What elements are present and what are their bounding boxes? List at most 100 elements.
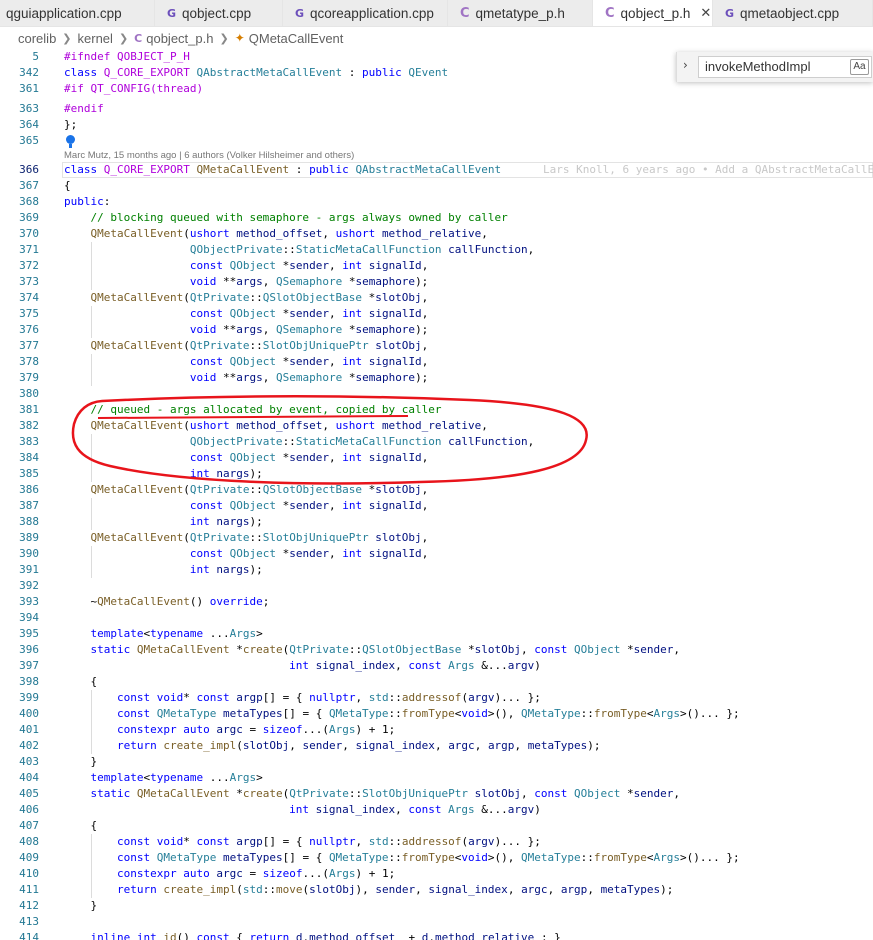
code-line[interactable]: 361 #if QT_CONFIG(thread) xyxy=(0,81,873,97)
line-number: 406 xyxy=(19,803,39,816)
code-line[interactable]: 384 const QObject *sender, int signalId, xyxy=(0,450,873,466)
tab-qobject-cpp[interactable]: Gqobject.cpp xyxy=(155,0,283,26)
code-line[interactable]: 414 inline int id() const { return d.met… xyxy=(0,930,873,940)
code-line[interactable]: 375 const QObject *sender, int signalId, xyxy=(0,306,873,322)
breadcrumb-item-symbol[interactable]: QMetaCallEvent xyxy=(249,31,344,46)
code-line[interactable]: 412 } xyxy=(0,898,873,914)
code-text: } xyxy=(64,755,98,768)
code-line[interactable]: 371 QObjectPrivate::StaticMetaCallFuncti… xyxy=(0,242,873,258)
code-text: static QMetaCallEvent *create(QtPrivate:… xyxy=(90,643,681,656)
code-text: inline int id() const { return d.method_… xyxy=(90,931,561,940)
code-text: const QObject *sender, int signalId, xyxy=(189,499,429,512)
line-number: 361 xyxy=(19,82,39,95)
breadcrumb-item-corelib[interactable]: corelib xyxy=(18,31,56,46)
code-line[interactable]: 401 constexpr auto argc = sizeof...(Args… xyxy=(0,722,873,738)
code-line[interactable]: 366 class Q_CORE_EXPORT QMetaCallEvent : … xyxy=(0,162,873,178)
line-number: 391 xyxy=(19,563,39,576)
code-line[interactable]: 364}; xyxy=(0,117,873,133)
code-line[interactable]: 395 template<typename ...Args> xyxy=(0,626,873,642)
code-line[interactable]: 390 const QObject *sender, int signalId, xyxy=(0,546,873,562)
tab-qobject-p-h[interactable]: Cqobject_p.h ✕ xyxy=(593,0,713,26)
code-line[interactable]: 379 void **args, QSemaphore *semaphore); xyxy=(0,370,873,386)
code-line[interactable]: 403 } xyxy=(0,754,873,770)
line-number: 385 xyxy=(19,467,39,480)
code-line[interactable]: 385 int nargs); xyxy=(0,466,873,482)
code-line[interactable]: 407 { xyxy=(0,818,873,834)
code-line[interactable]: 369 // blocking queued with semaphore - … xyxy=(0,210,873,226)
code-line[interactable]: 380 xyxy=(0,386,873,402)
line-number: 363 xyxy=(19,102,39,115)
code-editor[interactable]: 5 #ifndef QOBJECT_P_H 342 class Q_CORE_EXPO… xyxy=(0,49,873,940)
line-number: 392 xyxy=(19,579,39,592)
close-icon[interactable]: ✕ xyxy=(700,6,711,21)
code-line[interactable]: 396 static QMetaCallEvent *create(QtPriv… xyxy=(0,642,873,658)
code-line[interactable]: 377 QMetaCallEvent(QtPrivate::SlotObjUni… xyxy=(0,338,873,354)
code-line[interactable]: 404 template<typename ...Args> xyxy=(0,770,873,786)
code-text: int signal_index, const Args &...argv) xyxy=(289,803,541,816)
code-line[interactable]: 405 static QMetaCallEvent *create(QtPriv… xyxy=(0,786,873,802)
code-line[interactable]: 386 QMetaCallEvent(QtPrivate::QSlotObjec… xyxy=(0,482,873,498)
code-line[interactable]: 373 void **args, QSemaphore *semaphore); xyxy=(0,274,873,290)
code-line[interactable]: 388 int nargs); xyxy=(0,514,873,530)
code-text: class Q_CORE_EXPORT QMetaCallEvent : pub… xyxy=(64,163,502,176)
code-line[interactable]: 411 return create_impl(std::move(slotObj… xyxy=(0,882,873,898)
code-line[interactable]: 372 const QObject *sender, int signalId, xyxy=(0,258,873,274)
tab-qmetaobject-cpp[interactable]: Gqmetaobject.cpp xyxy=(713,0,873,26)
code-line[interactable]: 368 public: xyxy=(0,194,873,210)
line-number: 414 xyxy=(19,931,39,940)
breadcrumb-item-file[interactable]: qobject_p.h xyxy=(146,31,213,46)
code-line[interactable]: 363 #endif xyxy=(0,101,873,117)
code-text: constexpr auto argc = sizeof...(Args) + … xyxy=(116,867,396,880)
code-line[interactable]: 383 QObjectPrivate::StaticMetaCallFuncti… xyxy=(0,434,873,450)
breadcrumb-item-kernel[interactable]: kernel xyxy=(78,31,113,46)
code-text: #endif xyxy=(64,102,104,115)
code-line[interactable]: 397 int signal_index, const Args &...arg… xyxy=(0,658,873,674)
code-line[interactable]: 389 QMetaCallEvent(QtPrivate::SlotObjUni… xyxy=(0,530,873,546)
code-line[interactable]: 370 QMetaCallEvent(ushort method_offset,… xyxy=(0,226,873,242)
find-input-value: invokeMethodImpl xyxy=(705,59,811,74)
code-line[interactable]: 406 int signal_index, const Args &...arg… xyxy=(0,802,873,818)
code-line[interactable]: 376 void **args, QSemaphore *semaphore); xyxy=(0,322,873,338)
code-line[interactable]: 374 QMetaCallEvent(QtPrivate::QSlotObjec… xyxy=(0,290,873,306)
code-line[interactable]: 413 xyxy=(0,914,873,930)
code-line[interactable]: 391 int nargs); xyxy=(0,562,873,578)
code-line[interactable]: 399 const void* const argp[] = { nullptr… xyxy=(0,690,873,706)
git-blame-codelens[interactable]: Marc Mutz, 15 months ago | 6 authors (Vo… xyxy=(64,150,354,162)
line-number: 381 xyxy=(19,403,39,416)
tab-label: qobject_p.h xyxy=(620,6,691,21)
tab-qguiapplication-cpp[interactable]: Gqguiapplication.cpp xyxy=(0,0,155,26)
code-line[interactable]: 378 const QObject *sender, int signalId, xyxy=(0,354,873,370)
line-number: 364 xyxy=(19,118,39,131)
code-line[interactable]: 408 const void* const argp[] = { nullptr… xyxy=(0,834,873,850)
code-text: #ifndef QOBJECT_P_H xyxy=(64,50,190,63)
line-number: 365 xyxy=(19,134,39,147)
code-text: template<typename ...Args> xyxy=(90,771,263,784)
code-line[interactable]: 402 return create_impl(slotObj, sender, … xyxy=(0,738,873,754)
code-line[interactable]: 409 const QMetaType metaTypes[] = { QMet… xyxy=(0,850,873,866)
code-line[interactable]: 367 { xyxy=(0,178,873,194)
class-symbol-icon: ✦ xyxy=(234,31,245,45)
line-number: 409 xyxy=(19,851,39,864)
code-line[interactable]: 400 const QMetaType metaTypes[] = { QMet… xyxy=(0,706,873,722)
code-line[interactable]: 365 xyxy=(0,133,873,149)
toggle-replace-icon[interactable]: › xyxy=(683,58,688,72)
code-line[interactable]: 382 QMetaCallEvent(ushort method_offset,… xyxy=(0,418,873,434)
code-line[interactable]: 398 { xyxy=(0,674,873,690)
code-line[interactable]: 410 constexpr auto argc = sizeof...(Args… xyxy=(0,866,873,882)
tab-qmetatype-p-h[interactable]: Cqmetatype_p.h xyxy=(448,0,593,26)
line-number: 5 xyxy=(32,50,39,63)
match-case-button[interactable]: Aa xyxy=(850,59,869,75)
code-line[interactable]: 394 xyxy=(0,610,873,626)
code-line[interactable]: 387 const QObject *sender, int signalId, xyxy=(0,498,873,514)
line-number: 366 xyxy=(19,163,39,176)
code-text: int nargs); xyxy=(189,515,263,528)
tab-label: qcoreapplication.cpp xyxy=(310,6,434,21)
code-line[interactable]: 392 xyxy=(0,578,873,594)
code-line[interactable]: 393 ~QMetaCallEvent() override; xyxy=(0,594,873,610)
line-number: 408 xyxy=(19,835,39,848)
code-text: { xyxy=(64,179,71,192)
tab-qcoreapplication-cpp[interactable]: Gqcoreapplication.cpp xyxy=(283,0,448,26)
line-number: 404 xyxy=(19,771,39,784)
find-input[interactable]: invokeMethodImpl Aa xyxy=(698,56,872,78)
code-line[interactable]: 381 // queued - args allocated by event,… xyxy=(0,402,873,418)
